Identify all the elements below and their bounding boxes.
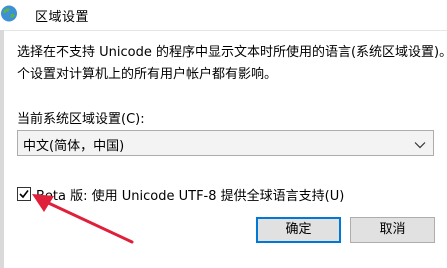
ok-button[interactable]: 确定	[256, 217, 341, 243]
description-line: 选择在不支持 Unicode 的程序中显示文本时所使用的语言(系统区域设置)。这	[17, 45, 447, 60]
locale-selected-value: 中文(简体，中国)	[23, 139, 125, 154]
description-line: 个设置对计算机上的所有用户帐户都有影响。	[17, 67, 278, 82]
annotation-arrow-icon	[32, 194, 134, 244]
window-title: 区域设置	[35, 10, 90, 25]
chevron-down-icon	[413, 137, 427, 151]
locale-label: 当前系统区域设置(C):	[17, 112, 145, 127]
title-bar: 区域设置	[0, 0, 447, 30]
locale-dropdown[interactable]: 中文(简体，中国)	[17, 130, 434, 156]
globe-icon	[0, 4, 19, 23]
window-left-edge	[0, 30, 4, 268]
title-separator	[0, 30, 447, 31]
description-text: 选择在不支持 Unicode 的程序中显示文本时所使用的语言(系统区域设置)。这…	[17, 42, 447, 86]
cancel-button[interactable]: 取消	[350, 217, 435, 243]
